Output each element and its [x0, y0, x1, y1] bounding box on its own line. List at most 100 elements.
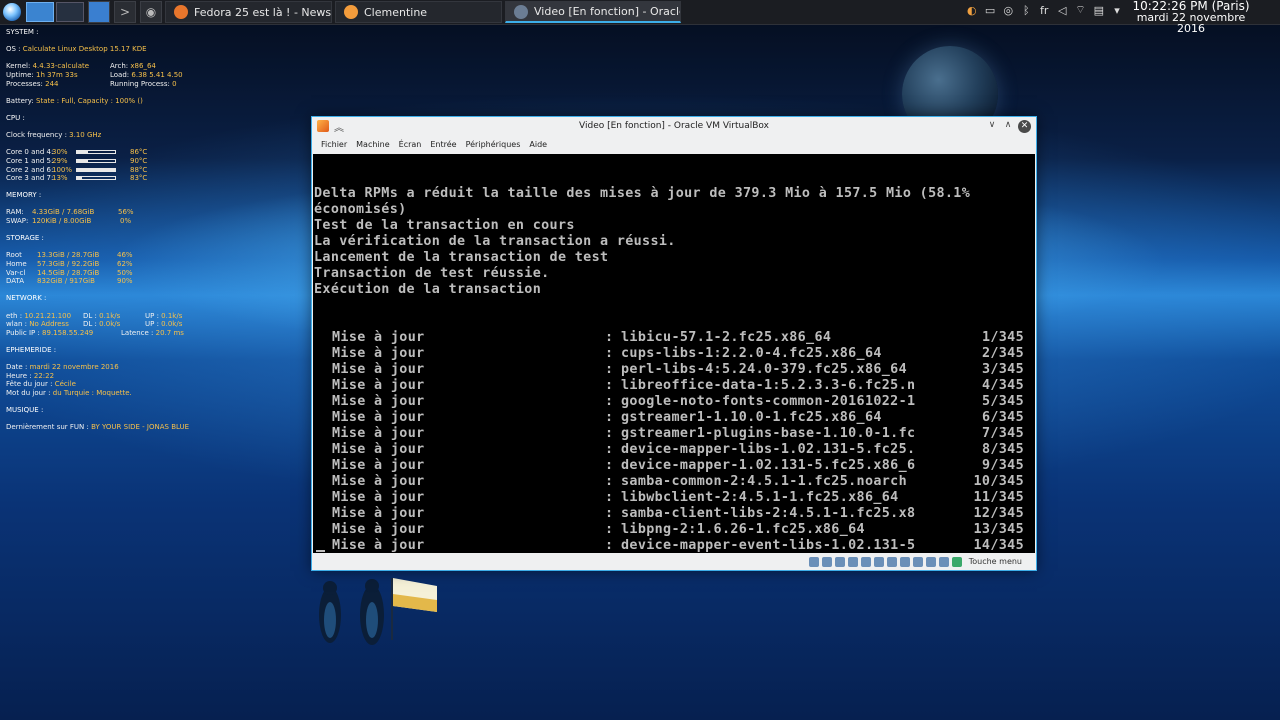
core-usage-fill: [77, 168, 115, 171]
audio-icon[interactable]: [834, 556, 845, 567]
display-icon[interactable]: [886, 556, 897, 567]
menu-item-fichier[interactable]: Fichier: [318, 140, 353, 149]
taskbar-task[interactable]: Fedora 25 est là ! - News - Linuxtrick..…: [165, 1, 332, 23]
transaction-separator: :: [605, 410, 614, 425]
core-percent: 29%: [52, 156, 68, 165]
terminal-line: Test de la transaction en cours: [314, 218, 575, 233]
transaction-separator: :: [605, 330, 614, 345]
transaction-separator: :: [605, 426, 614, 441]
core-label: Core 3 and 7:: [6, 174, 54, 183]
ephemeride-header: EPHEMERIDE :: [6, 345, 57, 354]
transaction-action: Mise à jour: [332, 346, 425, 361]
optical-drive-icon[interactable]: [821, 556, 832, 567]
eth-up-label: UP :: [145, 311, 159, 320]
cpu-core-row: Core 3 and 7: 13% 83°C: [6, 174, 196, 183]
mouse-integration-icon[interactable]: [925, 556, 936, 567]
terminal-cursor: [316, 550, 325, 552]
host-key-icon[interactable]: [951, 556, 962, 567]
storage-header: STORAGE :: [6, 234, 44, 243]
clipboard-icon[interactable]: ▤: [1094, 4, 1104, 17]
video-capture-icon[interactable]: [899, 556, 910, 567]
desktop-2[interactable]: [56, 2, 84, 22]
core-temp: 86°C: [130, 148, 148, 157]
maximize-icon[interactable]: ∧: [1002, 120, 1014, 130]
transaction-row: Mise à jour: libwbclient-2:4.5.1-1.fc25.x…: [314, 490, 1035, 506]
os-label: OS :: [6, 45, 21, 54]
bluetooth-icon[interactable]: ᛒ: [1021, 4, 1031, 17]
transaction-package: gstreamer1-1.10.0-1.fc25.x86_64: [621, 410, 882, 425]
taskbar-task[interactable]: Video [En fonction] - Oracle VM Virtu...: [505, 1, 681, 23]
keyboard-layout[interactable]: fr: [1039, 4, 1049, 17]
swap-value: 120KiB / 8.00GiB: [32, 217, 92, 226]
clock-frequency-label: Clock frequency :: [6, 131, 67, 140]
storage-value: 13.3GiB / 28.7GiB: [37, 251, 100, 260]
vm-screen[interactable]: Delta RPMs a réduit la taille des mises …: [313, 154, 1035, 554]
wifi-icon[interactable]: ⌔: [1075, 3, 1085, 17]
chevron-down-icon[interactable]: ▾: [1112, 4, 1122, 17]
battery-icon[interactable]: ▭: [985, 4, 995, 17]
keyboard-icon[interactable]: [938, 556, 949, 567]
desktop-1[interactable]: [26, 2, 54, 22]
window-title: Video [En fonction] - Oracle VM VirtualB…: [579, 121, 769, 131]
memory-header: MEMORY :: [6, 191, 42, 200]
transaction-row: Mise à jour: samba-common-2:4.5.1-1.fc25.…: [314, 474, 1035, 490]
terminal-icon[interactable]: >: [114, 1, 136, 23]
transaction-separator: :: [605, 522, 614, 537]
storage-row: Var-cl 14.5GiB / 28.7GiB 50%: [6, 269, 196, 278]
taskbar-task[interactable]: Clementine: [335, 1, 502, 23]
core-percent: 100%: [52, 165, 73, 174]
transaction-action: Mise à jour: [332, 538, 425, 553]
core-usage-fill: [77, 177, 82, 180]
desktop-pager[interactable]: [26, 2, 84, 22]
heure-label: Heure :: [6, 371, 32, 380]
close-icon[interactable]: ✕: [1018, 120, 1031, 133]
public-ip-label: Public IP :: [6, 328, 40, 337]
transaction-row: Mise à jour: device-mapper-event-libs-1.0…: [314, 538, 1035, 554]
eth-label: eth :: [6, 311, 23, 320]
transaction-separator: :: [605, 458, 614, 473]
load-label: Load:: [110, 70, 130, 79]
core-usage-fill: [77, 159, 89, 162]
transaction-count: 9/345: [981, 458, 1024, 473]
hard-disk-icon[interactable]: [808, 556, 819, 567]
file-manager-icon[interactable]: [88, 1, 110, 23]
application-launcher[interactable]: [0, 0, 24, 24]
digital-clock[interactable]: 10:22:26 PM (Paris) mardi 22 novembre 20…: [1128, 0, 1254, 34]
menu-item-entrée[interactable]: Entrée: [427, 140, 462, 149]
transaction-action: Mise à jour: [332, 410, 425, 425]
menu-item-périphériques[interactable]: Périphériques: [463, 140, 527, 149]
storage-value: 57.3GiB / 92.2GiB: [37, 260, 100, 269]
terminal-line: Delta RPMs a réduit la taille des mises …: [314, 186, 971, 201]
volume-icon[interactable]: ◁: [1057, 4, 1067, 17]
transaction-row: Mise à jour: device-mapper-1.02.131-5.fc2…: [314, 458, 1035, 474]
location-icon[interactable]: ◎: [1003, 4, 1013, 17]
menu-item-écran[interactable]: Écran: [396, 140, 428, 149]
minimize-icon[interactable]: ∨: [986, 120, 998, 130]
transaction-action: Mise à jour: [332, 442, 425, 457]
menu-item-machine[interactable]: Machine: [353, 140, 396, 149]
virtualization-icon[interactable]: [912, 556, 923, 567]
core-temp: 90°C: [130, 156, 148, 165]
wlan-up-value: 0.0k/s: [161, 320, 183, 329]
core-label: Core 1 and 5:: [6, 156, 54, 165]
storage-row: Root 13.3GiB / 28.7GiB 46%: [6, 251, 196, 260]
uptime-label: Uptime:: [6, 70, 34, 79]
swap-label: SWAP:: [6, 217, 29, 226]
system-settings-icon[interactable]: ◉: [140, 1, 162, 23]
menu-item-aide[interactable]: Aide: [526, 140, 553, 149]
window-titlebar[interactable]: ︽ Video [En fonction] - Oracle VM Virtua…: [312, 117, 1036, 136]
virtualbox-window[interactable]: ︽ Video [En fonction] - Oracle VM Virtua…: [311, 116, 1037, 571]
usb-icon[interactable]: [860, 556, 871, 567]
task-label: Clementine: [364, 5, 428, 19]
launcher-icon: [3, 3, 21, 21]
moon-icon[interactable]: ◐: [967, 4, 977, 17]
transaction-action: Mise à jour: [332, 426, 425, 441]
vm-statusbar: Touche menu: [312, 553, 1036, 570]
network-icon[interactable]: [847, 556, 858, 567]
task-label: Video [En fonction] - Oracle VM Virtu...: [534, 5, 680, 18]
transaction-separator: :: [605, 474, 614, 489]
core-label: Core 0 and 4:: [6, 148, 54, 157]
transaction-package: libicu-57.1-2.fc25.x86_64: [621, 330, 832, 345]
shared-folders-icon[interactable]: [873, 556, 884, 567]
transaction-package: libreoffice-data-1:5.2.3.3-6.fc25.n: [621, 378, 916, 393]
